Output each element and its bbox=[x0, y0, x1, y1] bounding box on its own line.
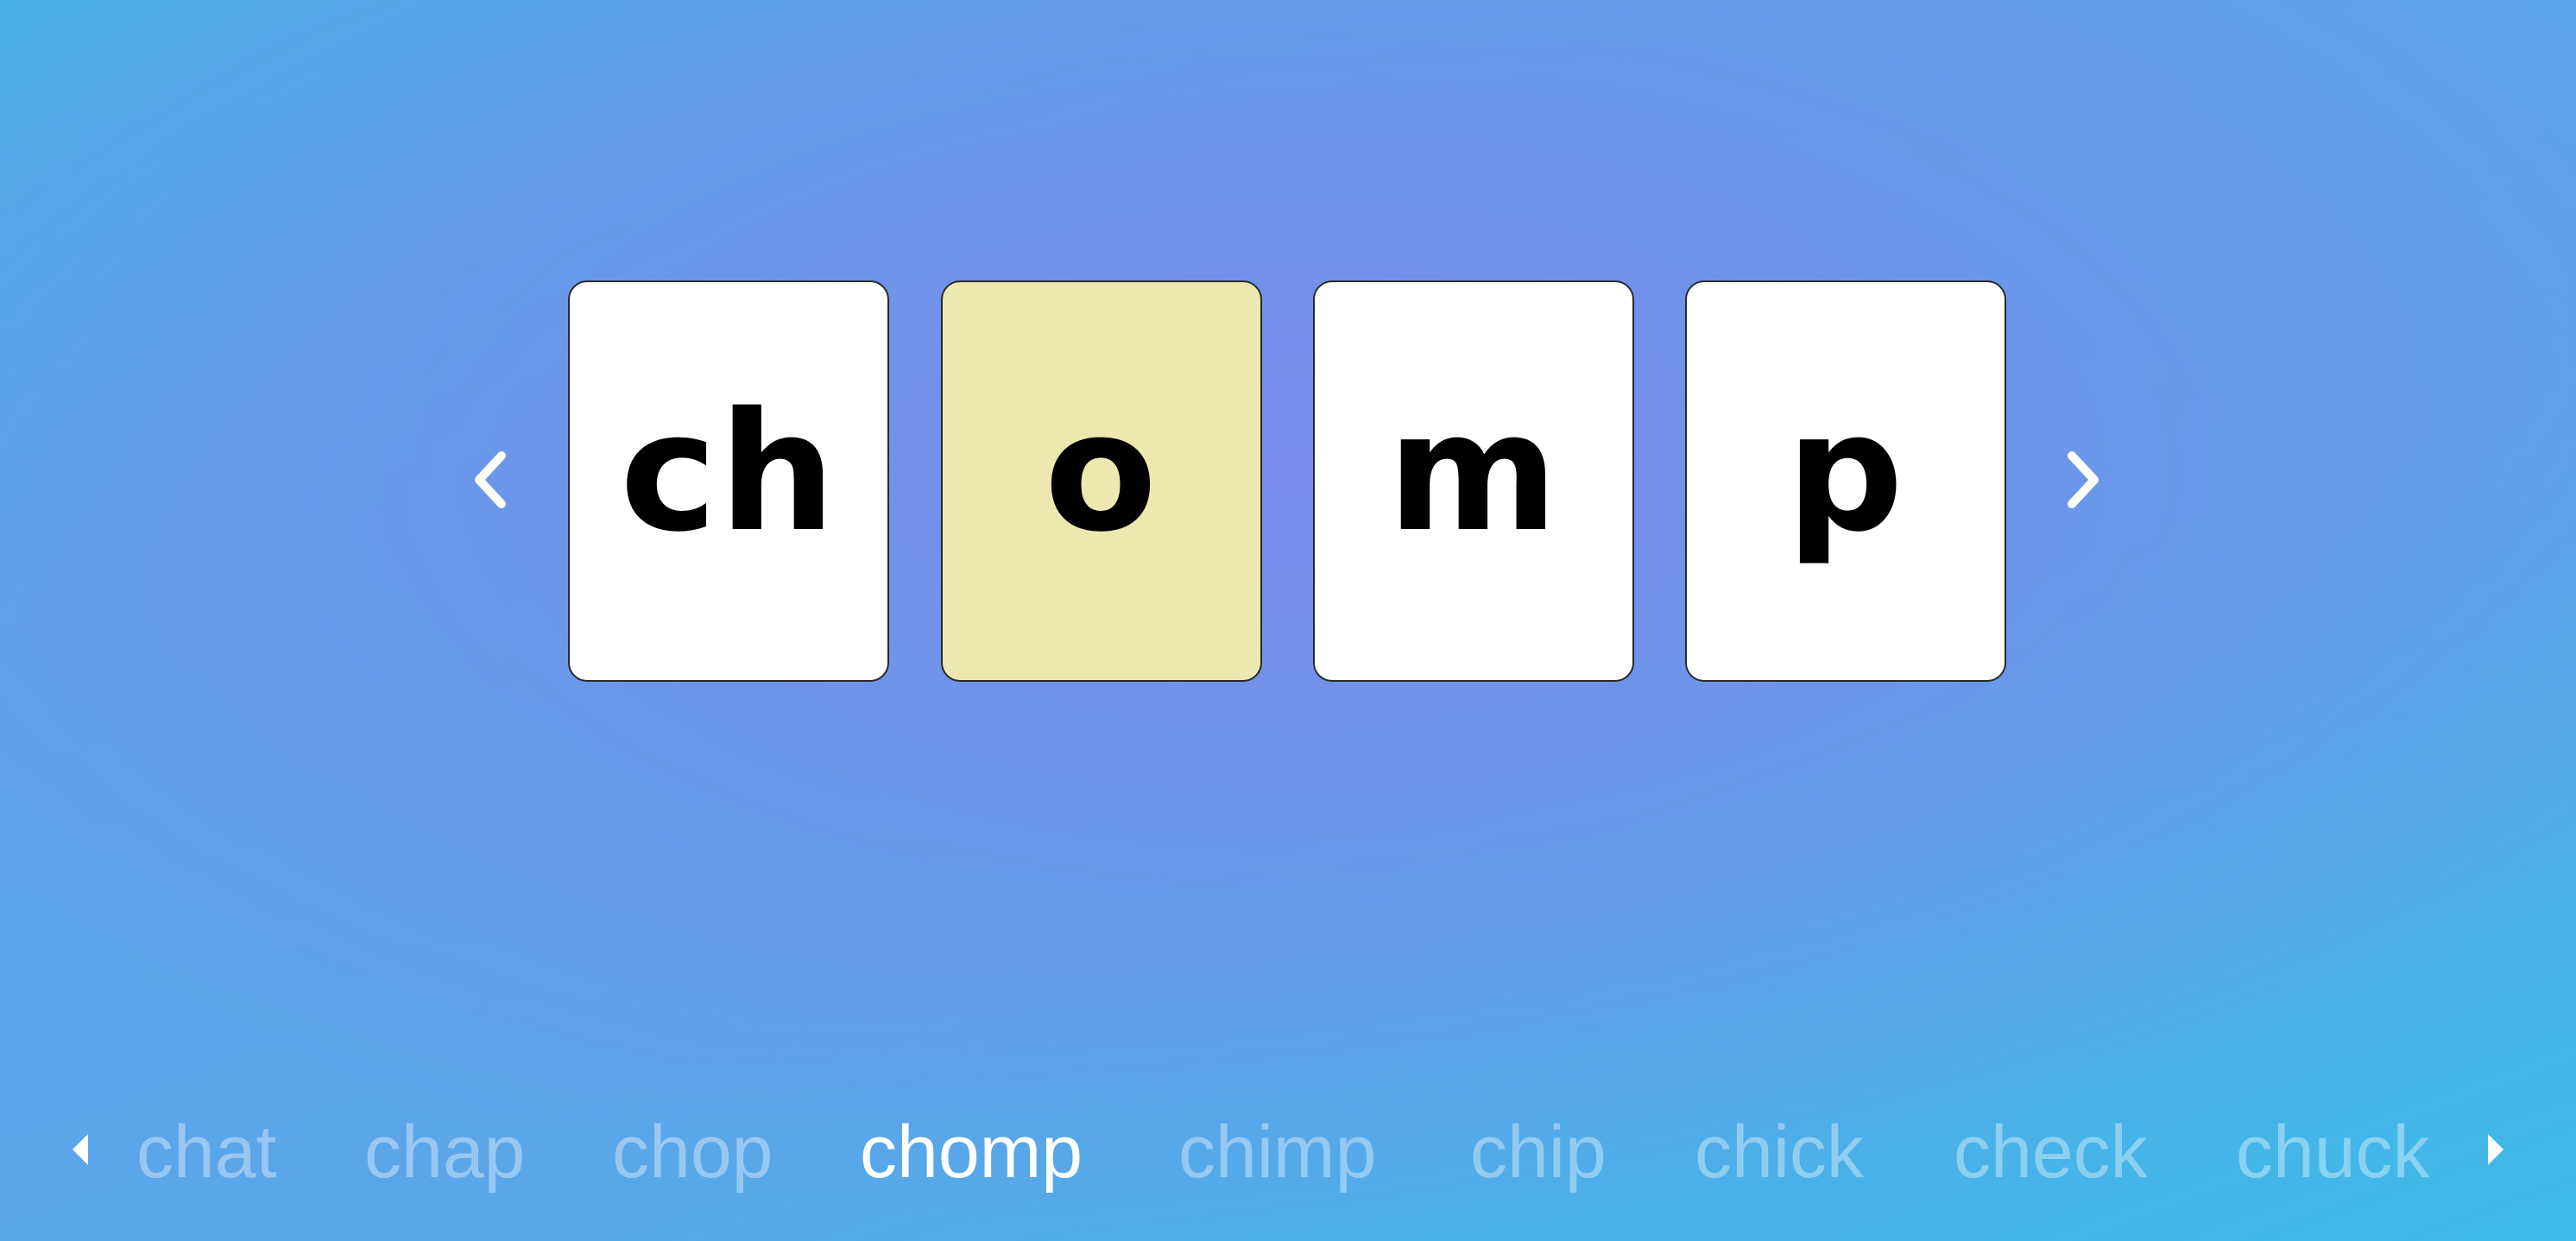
chevron-left-icon bbox=[475, 451, 506, 508]
word-chomp[interactable]: chomp bbox=[860, 1096, 1083, 1208]
letter-tile-m[interactable]: m bbox=[1313, 280, 1634, 682]
word-list-strip: chat chap chop chomp chimp chip chick ch… bbox=[0, 1096, 2576, 1208]
triangle-left-icon[interactable] bbox=[73, 1134, 88, 1165]
tile-letters: ch bbox=[620, 376, 837, 568]
letter-tile-ch[interactable]: ch bbox=[568, 280, 889, 682]
letter-tile-p[interactable]: p bbox=[1685, 280, 2006, 682]
word-check[interactable]: check bbox=[1954, 1096, 2148, 1208]
letter-tile-o[interactable]: o bbox=[941, 280, 1262, 682]
word-chuck[interactable]: chuck bbox=[2236, 1096, 2430, 1208]
tile-letters: m bbox=[1387, 376, 1560, 568]
next-arrow-button[interactable] bbox=[2063, 449, 2103, 511]
tile-letters: p bbox=[1785, 376, 1905, 568]
word-chick[interactable]: chick bbox=[1695, 1096, 1864, 1208]
word-chap[interactable]: chap bbox=[364, 1096, 526, 1208]
previous-arrow-button[interactable] bbox=[470, 449, 510, 511]
tile-letters: o bbox=[1044, 376, 1159, 568]
word-chip[interactable]: chip bbox=[1470, 1096, 1607, 1208]
chevron-right-icon bbox=[2068, 451, 2099, 508]
triangle-right-icon[interactable] bbox=[2488, 1134, 2503, 1165]
word-chat[interactable]: chat bbox=[136, 1096, 277, 1208]
word-chimp[interactable]: chimp bbox=[1178, 1096, 1376, 1208]
word-chop[interactable]: chop bbox=[612, 1096, 773, 1208]
